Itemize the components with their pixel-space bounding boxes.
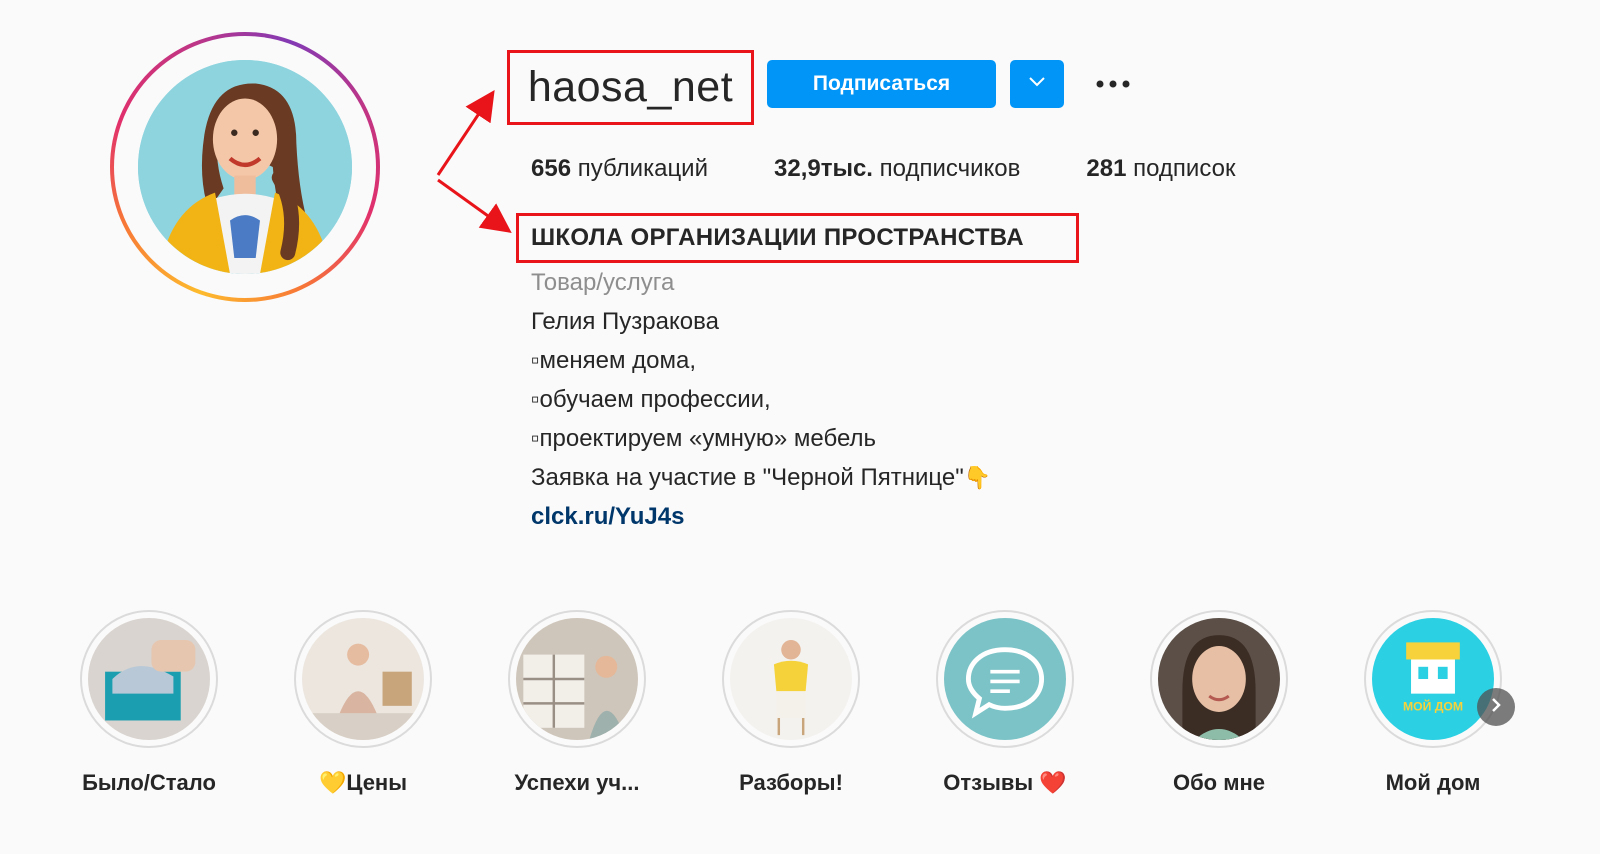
highlight-item[interactable]: Отзывы ❤️ [895,610,1115,796]
highlight-item[interactable]: Успехи уч... [467,610,687,796]
highlight-item[interactable]: Обо мне [1109,610,1329,796]
profile-page: haosa_net Подписаться 656 публикаций 32,… [0,0,1600,854]
more-options-button[interactable] [1093,66,1133,102]
more-dots-icon [1096,75,1130,93]
chevron-right-icon [1490,697,1502,718]
woman-shelves-photo [516,618,638,740]
username-highlight-box: haosa_net [507,50,754,125]
bio-line: ▫обучаем профессии, [531,386,771,413]
avatar-photo [138,60,352,274]
highlight-label: Было/Стало [82,770,216,795]
highlights-next-button[interactable] [1477,688,1515,726]
suggested-dropdown-button[interactable] [1010,60,1064,108]
house-logo-text: МОЙ ДОМ [1403,699,1463,714]
highlight-label: Разборы! [739,770,843,795]
pointing-down-icon: 👇 [963,465,992,490]
bio-line: Гелия Пузракова [531,308,719,335]
username: haosa_net [527,63,734,111]
profile-avatar[interactable] [110,32,380,302]
story-highlights: Было/Стало 💛Цены Успехи уч... Разборы! О… [0,610,1600,810]
highlight-label: Обо мне [1172,770,1266,795]
highlight-label: Успехи уч... [514,770,640,795]
bio-line: ▫меняем дома, [531,347,696,374]
follow-button[interactable]: Подписаться [767,60,996,108]
house-icon: МОЙ ДОМ [1372,618,1494,740]
highlight-item[interactable]: 💛Цены [253,610,473,796]
highlight-label: 💛Цены [318,770,408,795]
highlight-item[interactable]: Разборы! [681,610,901,796]
fullname-highlight-box: ШКОЛА ОРГАНИЗАЦИИ ПРОСТРАНСТВА [516,213,1079,263]
chevron-down-icon [1028,75,1046,93]
full-name: ШКОЛА ОРГАНИЗАЦИИ ПРОСТРАНСТВА [531,224,1024,251]
bio-line: ▫проектируем «умную» мебель [531,425,876,452]
woman-chair-photo [730,618,852,740]
highlight-label: Мой дом [1385,770,1481,795]
chat-bubble-icon [944,618,1066,740]
box-clothes-photo [88,618,210,740]
woman-sitting-photo [302,618,424,740]
portrait-photo [1158,618,1280,740]
posts-count: 656 публикаций [531,155,708,182]
category-label: Товар/услуга [531,269,675,296]
highlight-item[interactable]: Было/Стало [39,610,259,796]
highlight-label: Отзывы ❤️ [943,770,1067,795]
bio-line-cta: Заявка на участие в "Черной Пятнице"👇 [531,458,991,497]
bio-link[interactable]: clck.ru/YuJ4s [531,497,991,536]
followers-count[interactable]: 32,9тыс. подписчиков [774,155,1020,183]
bio: Товар/услуга Гелия Пузракова ▫меняем дом… [531,263,991,536]
following-count[interactable]: 281 подписок [1086,155,1235,183]
profile-stats: 656 публикаций 32,9тыс. подписчиков 281 … [531,155,1301,183]
